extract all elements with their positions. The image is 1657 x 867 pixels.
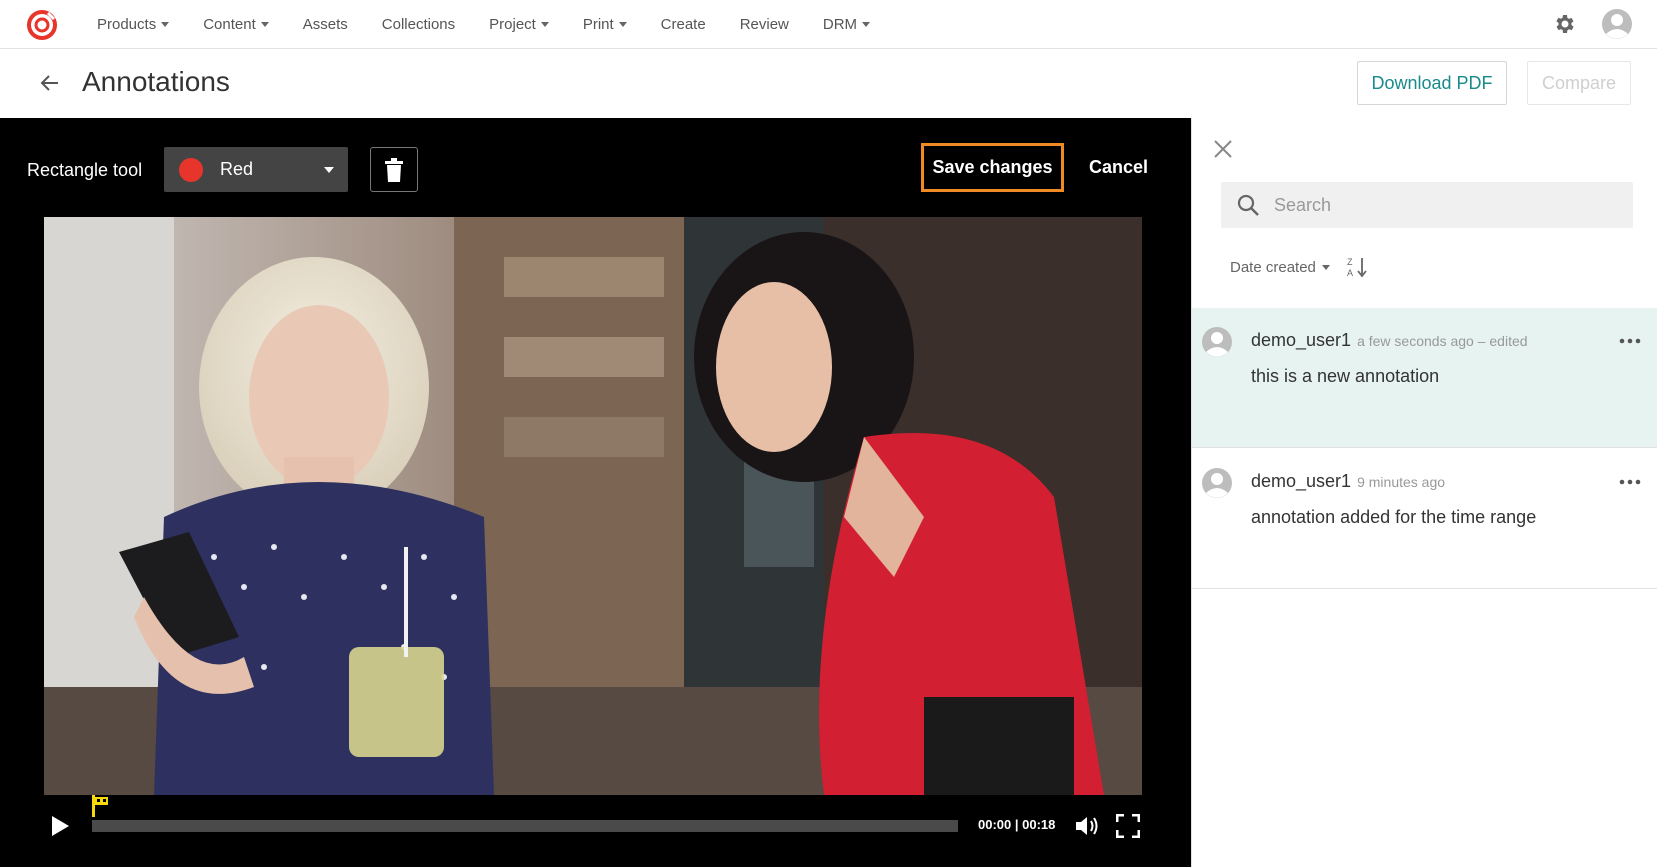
fullscreen-icon[interactable]: [1116, 814, 1140, 838]
nav-project[interactable]: Project: [472, 0, 566, 48]
chevron-down-icon: [260, 21, 269, 27]
nav-print[interactable]: Print: [566, 0, 644, 48]
search-icon: [1237, 194, 1259, 216]
comment-timestamp: 9 minutes ago: [1357, 474, 1446, 490]
user-avatar-icon: [1202, 468, 1232, 498]
annotation-editor: Rectangle tool Red Save changes Cancel 0…: [0, 118, 1191, 867]
nav-drm[interactable]: DRM: [806, 0, 887, 48]
tool-label: Rectangle tool: [27, 160, 143, 180]
time-display: 00:00 | 00:18: [978, 817, 1056, 832]
comment-author: demo_user1: [1251, 471, 1352, 491]
comment-item[interactable]: demo_user1 9 minutes ago annotation adde…: [1192, 449, 1657, 589]
chevron-down-icon: [862, 21, 871, 27]
volume-icon[interactable]: [1074, 814, 1100, 838]
user-avatar-icon: [1202, 327, 1232, 357]
nav-products-label: Products: [97, 15, 157, 33]
comment-text: annotation added for the time range: [1251, 507, 1537, 527]
nav-assets[interactable]: Assets: [286, 0, 365, 48]
nav-print-label: Print: [582, 15, 614, 33]
comment-item[interactable]: demo_user1 a few seconds ago – edited th…: [1192, 308, 1657, 448]
sort-controls: Date created Z A: [1230, 256, 1368, 278]
chevron-down-icon: [324, 166, 334, 173]
seek-bar[interactable]: [92, 820, 958, 832]
trash-icon: [385, 157, 403, 182]
color-dropdown[interactable]: Red: [164, 147, 348, 192]
top-navbar: Products Content Assets Collections Proj…: [0, 0, 1657, 49]
cancel-button[interactable]: Cancel: [1081, 143, 1156, 192]
svg-text:A: A: [1347, 268, 1353, 278]
sort-az-icon[interactable]: Z A: [1346, 256, 1368, 278]
back-arrow-icon[interactable]: [38, 71, 62, 95]
video-still-image: [44, 217, 1142, 795]
comment-timestamp: a few seconds ago – edited: [1357, 333, 1528, 349]
nav-content-label: Content: [203, 15, 256, 33]
download-pdf-button[interactable]: Download PDF: [1357, 61, 1507, 105]
annotation-marker-icon[interactable]: [92, 795, 110, 817]
chevron-down-icon: [618, 21, 627, 27]
nav-create[interactable]: Create: [644, 0, 723, 48]
nav-review-label: Review: [739, 15, 789, 33]
nav-review[interactable]: Review: [723, 0, 806, 48]
brand-logo-icon[interactable]: [26, 9, 58, 41]
player-controls: 00:00 | 00:18: [0, 795, 1191, 867]
gear-icon[interactable]: [1552, 12, 1576, 36]
nav-drm-label: DRM: [822, 15, 858, 33]
search-input[interactable]: [1274, 194, 1614, 216]
comment-header: demo_user1 9 minutes ago: [1251, 471, 1445, 492]
search-box: [1221, 182, 1633, 228]
annotations-panel: Date created Z A demo_user1 a few second…: [1191, 118, 1657, 867]
nav-collections[interactable]: Collections: [365, 0, 472, 48]
chevron-down-icon: [161, 21, 170, 27]
video-frame[interactable]: [44, 217, 1142, 795]
more-options-icon[interactable]: [1619, 479, 1641, 485]
comment-author: demo_user1: [1251, 330, 1352, 350]
more-options-icon[interactable]: [1619, 338, 1641, 344]
color-name: Red: [220, 159, 254, 179]
close-icon[interactable]: [1212, 138, 1234, 160]
save-changes-button[interactable]: Save changes: [921, 143, 1064, 192]
play-icon[interactable]: [50, 815, 70, 837]
chevron-down-icon: [540, 21, 549, 27]
main-menu: Products Content Assets Collections Proj…: [80, 0, 887, 48]
nav-assets-label: Assets: [302, 15, 348, 33]
page-title: Annotations: [82, 66, 230, 97]
user-avatar-icon[interactable]: [1601, 8, 1633, 40]
nav-create-label: Create: [660, 15, 706, 33]
page-header: Annotations Download PDF Compare: [0, 49, 1657, 118]
nav-content[interactable]: Content: [186, 0, 286, 48]
sort-dropdown[interactable]: Date created: [1230, 259, 1316, 276]
comment-header: demo_user1 a few seconds ago – edited: [1251, 330, 1528, 351]
comment-text: this is a new annotation: [1251, 366, 1440, 386]
nav-products[interactable]: Products: [80, 0, 186, 48]
svg-text:Z: Z: [1347, 257, 1353, 267]
nav-project-label: Project: [489, 15, 536, 33]
compare-button[interactable]: Compare: [1527, 61, 1631, 105]
nav-collections-label: Collections: [381, 15, 456, 33]
color-swatch: [179, 157, 203, 182]
delete-button[interactable]: [370, 147, 418, 192]
chevron-down-icon[interactable]: [1321, 264, 1330, 270]
